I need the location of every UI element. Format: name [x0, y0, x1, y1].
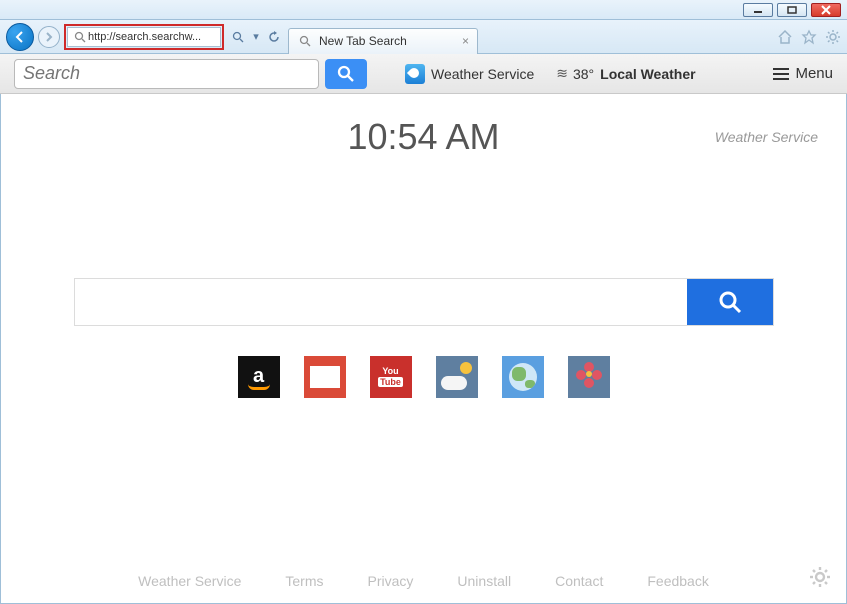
clock-row: 10:54 AM Weather Service [1, 116, 846, 158]
toolbar-search-button[interactable] [325, 59, 367, 89]
menu-button[interactable]: Menu [773, 65, 833, 82]
footer-link-terms[interactable]: Terms [285, 573, 323, 589]
weather-service-link[interactable]: Weather Service [405, 64, 534, 84]
address-bar-highlight: http://search.searchw... [64, 24, 224, 50]
tile-gmail[interactable] [304, 356, 346, 398]
clock-display: 10:54 AM [347, 116, 499, 158]
address-bar-controls: ▾ [228, 29, 284, 45]
nav-forward-button[interactable] [38, 26, 60, 48]
footer-links: Weather Service Terms Privacy Uninstall … [1, 573, 846, 589]
main-search-input[interactable] [75, 279, 687, 325]
window-maximize-button[interactable] [777, 3, 807, 17]
hamburger-icon [773, 68, 789, 80]
sun-icon [460, 362, 472, 374]
globe-icon [509, 363, 537, 391]
browser-navbar: http://search.searchw... ▾ New Tab Searc… [0, 20, 847, 54]
youtube-text-top: You [382, 367, 398, 376]
favorites-star-icon[interactable] [801, 29, 817, 45]
tab-search-icon [297, 33, 313, 49]
footer-link-uninstall[interactable]: Uninstall [457, 573, 511, 589]
weather-waves-icon: ≋ [556, 65, 567, 82]
tile-youtube[interactable]: You Tube [370, 356, 412, 398]
address-bar-text: http://search.searchw... [88, 31, 201, 43]
footer-link-feedback[interactable]: Feedback [647, 573, 708, 589]
footer-link-privacy[interactable]: Privacy [368, 573, 414, 589]
tab-title: New Tab Search [319, 34, 407, 48]
main-search [74, 278, 774, 326]
search-icon [72, 29, 88, 45]
temperature-value: 38° [573, 66, 594, 82]
amazon-smile-icon [248, 384, 270, 390]
window-minimize-button[interactable] [743, 3, 773, 17]
flower-petal-icon [584, 378, 594, 388]
weather-service-label: Weather Service [431, 66, 534, 82]
cloud-icon [441, 376, 467, 390]
window-close-button[interactable] [811, 3, 841, 17]
nav-back-button[interactable] [6, 23, 34, 51]
service-name-label: Weather Service [715, 129, 818, 145]
address-bar[interactable]: http://search.searchw... [67, 27, 221, 47]
chevron-down-icon[interactable]: ▾ [248, 29, 264, 45]
local-weather-label: Local Weather [600, 66, 695, 82]
tab-close-button[interactable]: × [462, 34, 469, 48]
menu-label: Menu [795, 65, 833, 82]
extension-toolbar: Weather Service ≋ 38° Local Weather Menu [0, 54, 847, 94]
quick-link-tiles: a You Tube [238, 356, 610, 398]
flower-petal-icon [592, 370, 602, 380]
footer-link-weather-service[interactable]: Weather Service [138, 573, 241, 589]
envelope-flap-icon [310, 366, 340, 379]
tile-globe[interactable] [502, 356, 544, 398]
flower-petal-icon [576, 370, 586, 380]
settings-gear-icon[interactable] [825, 29, 841, 45]
search-dropdown-icon[interactable] [230, 29, 246, 45]
weather-service-icon [405, 64, 425, 84]
search-icon [717, 289, 743, 315]
nav-right-icons [777, 29, 841, 45]
page-settings-gear-icon[interactable] [808, 565, 832, 589]
search-icon [336, 64, 356, 84]
envelope-icon [310, 366, 340, 388]
local-weather-link[interactable]: ≋ 38° Local Weather [556, 65, 695, 82]
flower-center-icon [586, 371, 592, 377]
window-titlebar [0, 0, 847, 20]
page-content: 10:54 AM Weather Service a You Tube [0, 94, 847, 604]
home-icon[interactable] [777, 29, 793, 45]
main-search-button[interactable] [687, 279, 773, 325]
tile-amazon[interactable]: a [238, 356, 280, 398]
footer-link-contact[interactable]: Contact [555, 573, 603, 589]
refresh-icon[interactable] [266, 29, 282, 45]
toolbar-search-input[interactable] [14, 59, 319, 89]
youtube-text-bottom: Tube [378, 377, 403, 388]
tile-weather[interactable] [436, 356, 478, 398]
browser-tab[interactable]: New Tab Search × [288, 28, 478, 54]
tile-flower[interactable] [568, 356, 610, 398]
